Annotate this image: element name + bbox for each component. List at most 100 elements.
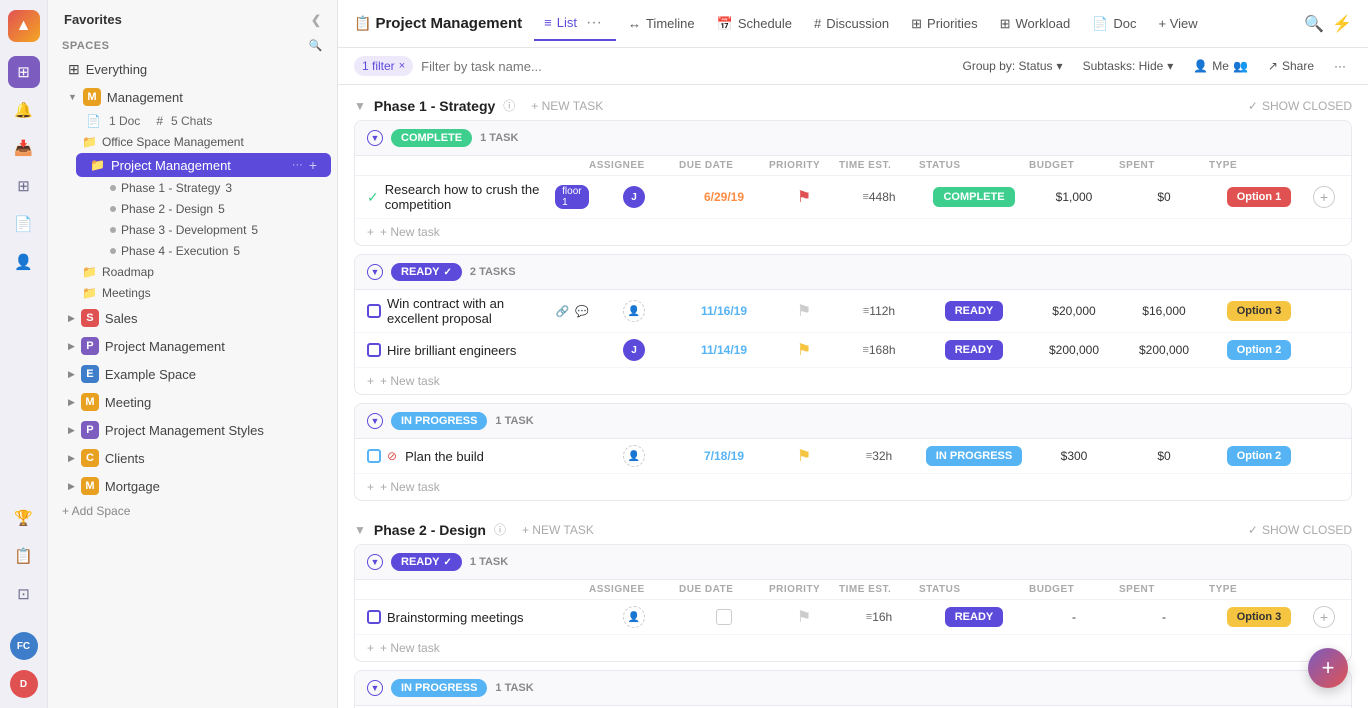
expand-icon: ▶ bbox=[68, 341, 75, 352]
space-management: ▼ M Management 📄 1 Doc # 5 Chats 📁 Offic… bbox=[48, 83, 337, 304]
phase2-collapse-icon[interactable]: ▼ bbox=[354, 523, 366, 537]
task-name[interactable]: Brainstorming meetings bbox=[387, 610, 524, 625]
ready-section-p2: ▼ READY ✓ 1 TASK ASSIGNEE DUE DATE PRIOR… bbox=[354, 544, 1352, 662]
task-checkbox[interactable] bbox=[367, 343, 381, 357]
add-icon[interactable]: + bbox=[309, 157, 317, 173]
folder-icon-active: 📁 bbox=[90, 158, 105, 172]
tab-priorities[interactable]: ⊞ Priorities bbox=[901, 11, 987, 37]
sidebar-item-everything[interactable]: ⊞ Everything bbox=[54, 57, 331, 82]
sidebar-item-example[interactable]: ▶ E Example Space bbox=[54, 361, 331, 387]
app-logo[interactable]: ▲ bbox=[8, 10, 40, 42]
task-checkbox[interactable]: ✓ bbox=[367, 189, 379, 206]
ready-collapse[interactable]: ▼ bbox=[367, 264, 383, 280]
task-name[interactable]: Win contract with an excellent proposal bbox=[387, 296, 550, 326]
time-est-cell: ≡ 448h bbox=[839, 190, 919, 204]
tab-timeline[interactable]: ↔ Timeline bbox=[618, 11, 705, 36]
sidebar-item-mortgage[interactable]: ▶ M Mortgage bbox=[54, 473, 331, 499]
task-checkbox[interactable] bbox=[367, 610, 381, 624]
sidebar-item-office-space[interactable]: 📁 Office Space Management bbox=[82, 132, 331, 152]
sidebar-item-phase1[interactable]: Phase 1 - Strategy 3 bbox=[110, 178, 331, 198]
filter-chip[interactable]: 1 filter × bbox=[354, 56, 413, 76]
tab-schedule[interactable]: 📅 Schedule bbox=[707, 11, 802, 37]
inbox-icon[interactable]: 📥 bbox=[8, 132, 40, 164]
bolt-button[interactable]: ⚡ bbox=[1332, 14, 1352, 34]
more-icon[interactable]: ··· bbox=[292, 159, 303, 171]
inprogress-badge: IN PROGRESS bbox=[391, 412, 487, 430]
tab-discussion[interactable]: # Discussion bbox=[804, 11, 899, 36]
ready-badge: READY ✓ bbox=[391, 263, 462, 281]
more-options-button[interactable]: ··· bbox=[1328, 56, 1352, 76]
d-avatar[interactable]: D bbox=[10, 670, 38, 698]
spent-cell: $200,000 bbox=[1119, 343, 1209, 357]
spaces-icon[interactable]: ⊞ bbox=[8, 170, 40, 202]
home-icon[interactable]: ⊞ bbox=[8, 56, 40, 88]
sidebar-item-sales[interactable]: ▶ S Sales bbox=[54, 305, 331, 331]
phase1-header: ▼ Phase 1 - Strategy ⓘ + NEW TASK ✓ SHOW… bbox=[338, 85, 1368, 120]
add-col-cell[interactable]: + bbox=[1309, 186, 1339, 208]
table-row: Hire brilliant engineers J 11/14/19 ⚑ ≡ … bbox=[355, 333, 1351, 368]
ready-section-header: ▼ READY ✓ 2 TASKS bbox=[355, 255, 1351, 290]
bell-icon[interactable]: 🔔 bbox=[8, 94, 40, 126]
me-button[interactable]: 👤 Me 👥 bbox=[1187, 56, 1254, 76]
sidebar-item-phase4[interactable]: Phase 4 - Execution 5 bbox=[110, 241, 331, 261]
task-checkbox[interactable] bbox=[367, 449, 381, 463]
new-task-row[interactable]: + + New task bbox=[355, 635, 1351, 661]
complete-collapse[interactable]: ▼ bbox=[367, 130, 383, 146]
sidebar-item-meetings[interactable]: 📁 Meetings bbox=[82, 283, 331, 303]
tab-workload[interactable]: ⊞ Workload bbox=[990, 11, 1081, 37]
filter-close-icon[interactable]: × bbox=[399, 60, 405, 72]
search-button[interactable]: 🔍 bbox=[1304, 14, 1324, 34]
sidebar-item-clients[interactable]: ▶ C Clients bbox=[54, 445, 331, 471]
sidebar-item-meeting[interactable]: ▶ M Meeting bbox=[54, 389, 331, 415]
show-closed-phase1[interactable]: ✓ SHOW CLOSED bbox=[1248, 99, 1352, 113]
tab-doc[interactable]: 📄 Doc bbox=[1082, 11, 1146, 37]
fc-avatar[interactable]: FC bbox=[10, 632, 38, 660]
meeting-avatar: M bbox=[81, 393, 99, 411]
sidebar-item-project-management[interactable]: 📁 Project Management ··· + bbox=[76, 153, 331, 177]
tab-list[interactable]: ≡ List ··· bbox=[534, 7, 616, 41]
task-checkbox[interactable] bbox=[367, 304, 381, 318]
project-management-subs: Phase 1 - Strategy 3 Phase 2 - Design 5 … bbox=[76, 178, 337, 261]
spaces-search-icon[interactable]: 🔍 bbox=[309, 39, 323, 52]
budget-cell: $300 bbox=[1029, 449, 1119, 463]
management-docs-row[interactable]: 📄 1 Doc # 5 Chats bbox=[48, 111, 337, 131]
new-task-row[interactable]: + + New task bbox=[355, 219, 1351, 245]
filter-input[interactable] bbox=[421, 59, 948, 74]
task-name[interactable]: Plan the build bbox=[405, 449, 484, 464]
phase1-collapse-icon[interactable]: ▼ bbox=[354, 99, 366, 113]
task-name[interactable]: Research how to crush the competition bbox=[385, 182, 545, 212]
phase2-title: Phase 2 - Design bbox=[374, 522, 486, 538]
widget-icon[interactable]: ⊡ bbox=[8, 578, 40, 610]
main-content: 📋 Project Management ≡ List ··· ↔ Timeli… bbox=[338, 0, 1368, 708]
new-task-row[interactable]: + + New task bbox=[355, 368, 1351, 394]
phase1-new-task[interactable]: + NEW TASK bbox=[531, 99, 603, 113]
sidebar-item-roadmap[interactable]: 📁 Roadmap bbox=[82, 262, 331, 282]
fab-button[interactable]: + bbox=[1308, 648, 1348, 688]
sidebar-item-phase3[interactable]: Phase 3 - Development 5 bbox=[110, 220, 331, 240]
phase2-new-task[interactable]: + NEW TASK bbox=[522, 523, 594, 537]
list-dots[interactable]: ··· bbox=[582, 12, 606, 34]
task-icon[interactable]: 📋 bbox=[8, 540, 40, 572]
doc-icon[interactable]: 📄 bbox=[8, 208, 40, 240]
task-name[interactable]: Hire brilliant engineers bbox=[387, 343, 516, 358]
inprogress-p2-collapse[interactable]: ▼ bbox=[367, 680, 383, 696]
collapse-icon[interactable]: ❮ bbox=[311, 13, 321, 27]
tab-add-view[interactable]: + View bbox=[1149, 11, 1208, 36]
share-button[interactable]: ↗ Share bbox=[1262, 56, 1320, 76]
trophy-icon[interactable]: 🏆 bbox=[8, 502, 40, 534]
show-closed-phase2[interactable]: ✓ SHOW CLOSED bbox=[1248, 523, 1352, 537]
sidebar-item-pm[interactable]: ▶ P Project Management bbox=[54, 333, 331, 359]
user-icon[interactable]: 👤 bbox=[8, 246, 40, 278]
group-by-button[interactable]: Group by: Status ▾ bbox=[957, 56, 1069, 76]
ready-p2-collapse[interactable]: ▼ bbox=[367, 554, 383, 570]
sidebar-item-pm-styles[interactable]: ▶ P Project Management Styles bbox=[54, 417, 331, 443]
due-date-cell bbox=[679, 609, 769, 625]
subtasks-button[interactable]: Subtasks: Hide ▾ bbox=[1077, 56, 1180, 76]
sidebar-item-management[interactable]: ▼ M Management bbox=[54, 84, 331, 110]
sidebar-item-phase2[interactable]: Phase 2 - Design 5 bbox=[110, 199, 331, 219]
add-space-button[interactable]: + Add Space bbox=[48, 500, 337, 522]
inprogress-collapse[interactable]: ▼ bbox=[367, 413, 383, 429]
new-task-row[interactable]: + + New task bbox=[355, 474, 1351, 500]
add-col-cell[interactable]: + bbox=[1309, 606, 1339, 628]
plus-icon: + bbox=[367, 480, 374, 494]
